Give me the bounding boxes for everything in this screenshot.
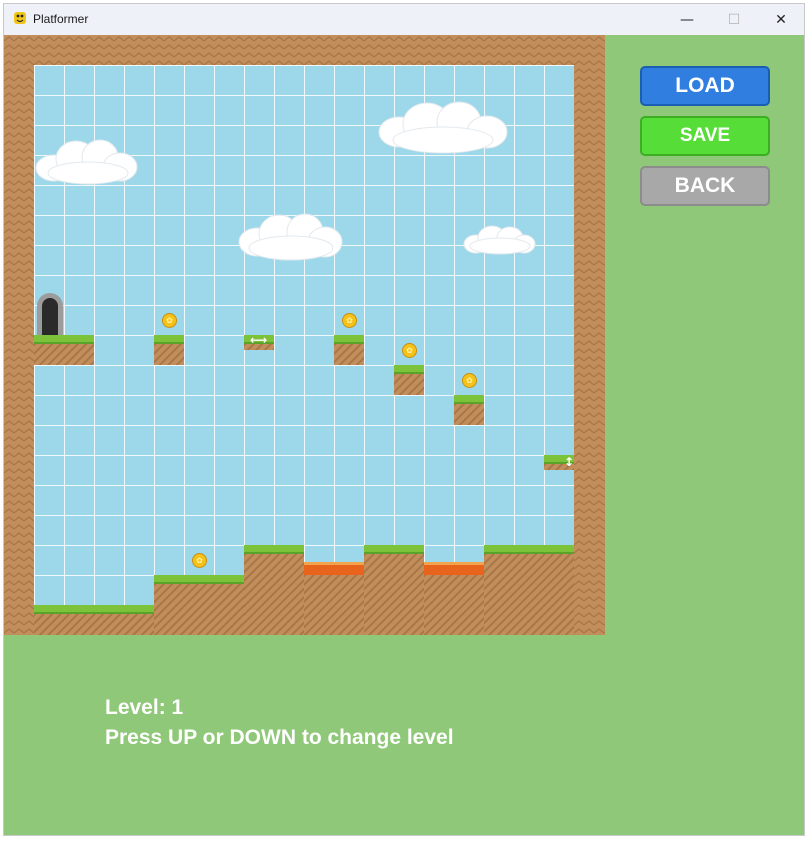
cloud-icon bbox=[238, 213, 343, 261]
game-canvas[interactable]: ⟷ ↕ ✿ ✿ ✿ ✿ ✿ LOAD SAVE BACK Level: 1 Pr… bbox=[4, 35, 804, 835]
coin-icon[interactable]: ✿ bbox=[402, 343, 417, 358]
load-button[interactable]: LOAD bbox=[640, 66, 770, 106]
ground-block[interactable] bbox=[154, 575, 244, 635]
cloud-icon bbox=[35, 139, 138, 185]
coin-icon[interactable]: ✿ bbox=[462, 373, 477, 388]
lava-icon[interactable] bbox=[304, 562, 364, 575]
back-button[interactable]: BACK bbox=[640, 166, 770, 206]
ground-block[interactable] bbox=[364, 545, 424, 635]
level-editor-grid[interactable]: ⟷ ↕ ✿ ✿ ✿ ✿ ✿ bbox=[4, 35, 605, 635]
exit-door-icon[interactable] bbox=[37, 293, 63, 335]
window-title: Platformer bbox=[33, 12, 89, 26]
title-bar: Platformer — ☐ ✕ bbox=[4, 4, 804, 35]
coin-icon[interactable]: ✿ bbox=[162, 313, 177, 328]
level-change-instruction: Press UP or DOWN to change level bbox=[105, 726, 454, 749]
ground-block[interactable] bbox=[424, 575, 484, 635]
grass-platform[interactable] bbox=[454, 395, 484, 425]
game-window: Platformer — ☐ ✕ ⟷ ↕ ✿ ✿ ✿ ✿ ✿ LOAD SAVE… bbox=[3, 3, 805, 836]
horizontal-arrow-icon: ⟷ bbox=[250, 333, 268, 347]
coin-icon[interactable]: ✿ bbox=[342, 313, 357, 328]
ground-block[interactable] bbox=[304, 575, 364, 635]
vertical-arrow-icon: ↕ bbox=[564, 455, 575, 469]
maximize-button[interactable]: ☐ bbox=[711, 4, 757, 35]
python-snake-icon bbox=[14, 12, 26, 24]
ground-block[interactable] bbox=[34, 605, 154, 635]
grass-platform[interactable] bbox=[394, 365, 424, 395]
lava-icon[interactable] bbox=[424, 562, 484, 575]
minimize-button[interactable]: — bbox=[664, 4, 710, 35]
save-button[interactable]: SAVE bbox=[640, 116, 770, 156]
close-button[interactable]: ✕ bbox=[758, 4, 804, 35]
ground-block[interactable] bbox=[244, 545, 304, 635]
coin-icon[interactable]: ✿ bbox=[192, 553, 207, 568]
cloud-icon bbox=[463, 225, 536, 255]
ground-block[interactable] bbox=[484, 545, 574, 635]
door-opening bbox=[42, 298, 58, 335]
grass-platform[interactable] bbox=[34, 335, 94, 365]
level-indicator: Level: 1 bbox=[105, 696, 184, 719]
cloud-icon bbox=[378, 101, 508, 154]
grass-platform[interactable] bbox=[334, 335, 364, 365]
grass-platform[interactable] bbox=[154, 335, 184, 365]
